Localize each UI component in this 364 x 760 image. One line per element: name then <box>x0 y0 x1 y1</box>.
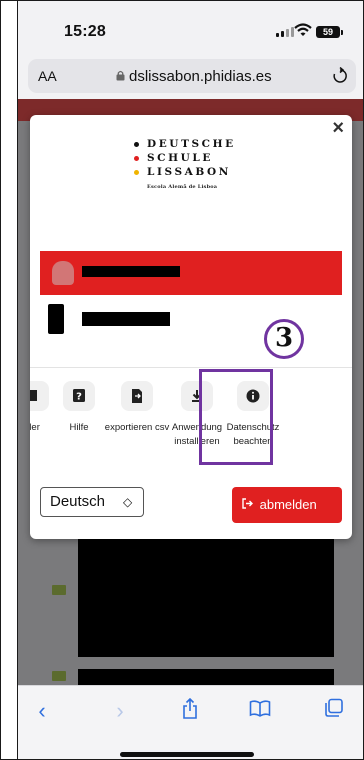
redacted-block <box>78 669 334 685</box>
screenshot-frame: 15:28 59 AA dslissabon.phidias.es × DEUT… <box>0 0 364 760</box>
action-label: exportieren csv <box>104 422 170 433</box>
home-indicator <box>120 752 254 757</box>
school-logo: DEUTSCHE SCHULE LISSABON Escola Alemã de… <box>134 137 236 190</box>
chevron-updown-icon: ◇ <box>123 495 133 509</box>
logout-button[interactable]: abmelden <box>232 487 342 523</box>
mail-icon <box>52 585 66 595</box>
back-icon[interactable]: ‹ <box>28 698 56 724</box>
question-icon: ? <box>63 381 95 411</box>
phone-screen: 15:28 59 AA dslissabon.phidias.es × DEUT… <box>17 1 363 759</box>
logo-dot <box>134 141 139 147</box>
logo-line: DEUTSCHE <box>134 137 236 151</box>
wifi-icon <box>294 23 312 36</box>
user-photo <box>48 304 64 334</box>
text-size-button[interactable]: AA <box>38 68 57 84</box>
battery-icon: 59 <box>316 26 340 38</box>
bookmarks-icon[interactable] <box>246 698 274 724</box>
redacted-name <box>82 312 170 326</box>
avatar <box>52 261 74 285</box>
redacted-name <box>82 266 180 277</box>
redacted-block <box>78 583 334 657</box>
logo-line: LISSABON <box>134 165 236 179</box>
tabs-icon[interactable] <box>320 698 348 724</box>
divider <box>30 367 352 368</box>
action-row: der ? Hilfe exportieren c <box>30 381 352 461</box>
logo-subtitle: Escola Alemã de Lisboa <box>147 184 218 190</box>
share-icon[interactable] <box>176 697 204 724</box>
logo-line: SCHULE <box>134 151 236 165</box>
export-icon <box>121 381 153 411</box>
close-button[interactable]: × <box>332 117 344 140</box>
status-time: 15:28 <box>64 23 106 40</box>
action-label: Hilfe <box>69 422 89 433</box>
logo-dot <box>134 155 139 161</box>
mail-icon <box>52 671 66 681</box>
browser-toolbar: ‹ › <box>18 685 363 759</box>
address-bar[interactable]: AA dslissabon.phidias.es <box>28 59 356 93</box>
url-text[interactable]: dslissabon.phidias.es <box>129 68 272 85</box>
forward-icon[interactable]: › <box>106 698 134 724</box>
logo-word: SCHULE <box>147 152 214 164</box>
help-button[interactable]: ? Hilfe <box>46 381 112 435</box>
logout-icon <box>242 487 256 523</box>
status-bar: 15:28 59 <box>18 1 363 53</box>
logo-word: LISSABON <box>147 166 231 178</box>
annotation-highlight-box <box>199 369 273 465</box>
signal-icon <box>276 27 294 37</box>
logo-dot <box>134 169 139 175</box>
modal-footer: Deutsch ◇ abmelden <box>30 487 352 527</box>
language-value: Deutsch <box>50 493 106 510</box>
export-csv-button[interactable]: exportieren csv <box>104 381 170 435</box>
user-header[interactable] <box>40 251 342 295</box>
svg-text:?: ? <box>76 392 82 403</box>
lock-icon <box>116 70 125 81</box>
logout-label: abmelden <box>259 497 317 512</box>
battery-tip <box>341 30 343 35</box>
account-modal: × DEUTSCHE SCHULE LISSABON Escola Alemã … <box>30 115 352 539</box>
logo-word: DEUTSCHE <box>147 138 236 150</box>
annotation-step-number: 3 <box>264 319 304 359</box>
language-select[interactable]: Deutsch ◇ <box>40 487 144 517</box>
reload-icon[interactable] <box>332 67 348 85</box>
